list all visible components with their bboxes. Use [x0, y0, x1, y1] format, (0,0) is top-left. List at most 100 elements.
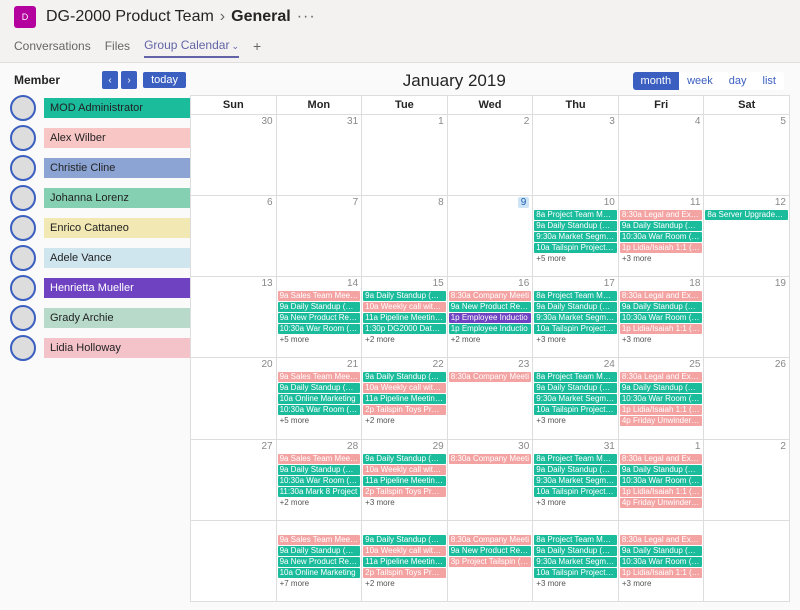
calendar-event[interactable]: 11a Pipeline Meeting ( [363, 313, 446, 323]
calendar-event[interactable]: 9a Sales Team Meeting [278, 454, 361, 464]
more-events-link[interactable]: +7 more [278, 579, 361, 588]
calendar-event[interactable]: 10a Tailspin Project Di [534, 324, 617, 334]
calendar-event[interactable]: 8:30a Legal and Execu [620, 372, 703, 382]
calendar-cell[interactable] [704, 521, 790, 602]
view-day-button[interactable]: day [721, 72, 755, 90]
calendar-event[interactable]: 8:30a Company Meeti [449, 291, 532, 301]
calendar-cell[interactable]: 258:30a Legal and Execu9a Daily Standup … [619, 358, 705, 439]
calendar-event[interactable]: 8a Project Team Meeti [534, 372, 617, 382]
calendar-event[interactable]: 8a Project Team Meeti [534, 535, 617, 545]
calendar-cell[interactable]: 13 [191, 277, 277, 358]
add-tab-button[interactable]: + [253, 38, 261, 54]
breadcrumb-more-icon[interactable]: ··· [297, 8, 316, 26]
calendar-event[interactable]: 3p Project Tailspin (LH [449, 557, 532, 567]
today-button[interactable]: today [143, 72, 186, 88]
team-name[interactable]: DG-2000 Product Team [46, 8, 214, 26]
more-events-link[interactable]: +2 more [278, 498, 361, 507]
calendar-event[interactable]: 10a Weekly call with S [363, 546, 446, 556]
calendar-event[interactable]: 11:30a Mark 8 Project [278, 487, 361, 497]
calendar-event[interactable]: 9a Daily Standup (MA) [620, 302, 703, 312]
calendar-event[interactable]: 8:30a Legal and Execu [620, 535, 703, 545]
calendar-cell[interactable]: 219a Sales Team Meeting9a Daily Standup … [277, 358, 363, 439]
calendar-cell[interactable]: 5 [704, 115, 790, 196]
view-week-button[interactable]: week [679, 72, 721, 90]
calendar-event[interactable]: 10:30a War Room (MA [620, 232, 703, 242]
calendar-cell[interactable]: 8:30a Company Meeti9a New Product Regul3… [448, 521, 534, 602]
calendar-event[interactable]: 10a Tailspin Project Di [534, 568, 617, 578]
calendar-cell[interactable]: 149a Sales Team Meeting9a Daily Standup … [277, 277, 363, 358]
calendar-cell[interactable]: 229a Daily Standup (MA)10a Weekly call w… [362, 358, 448, 439]
channel-name[interactable]: General [231, 8, 291, 26]
more-events-link[interactable]: +5 more [534, 254, 617, 263]
calendar-cell[interactable]: 3 [533, 115, 619, 196]
calendar-cell[interactable]: 31 [277, 115, 363, 196]
calendar-event[interactable]: 8a Server Upgrades (M [705, 210, 788, 220]
calendar-cell[interactable]: 318a Project Team Meeti9a Daily Standup … [533, 440, 619, 521]
calendar-event[interactable]: 9a New Product Regul [278, 313, 361, 323]
calendar-event[interactable]: 11a Pipeline Meeting ( [363, 557, 446, 567]
more-events-link[interactable]: +2 more [363, 335, 446, 344]
calendar-event[interactable]: 9a Daily Standup (MA) [278, 546, 361, 556]
calendar-cell[interactable]: 308:30a Company Meeti [448, 440, 534, 521]
calendar-event[interactable]: 1p Lidia/Isaiah 1:1 (LH [620, 324, 703, 334]
calendar-event[interactable]: 9a Daily Standup (MA) [278, 302, 361, 312]
calendar-event[interactable]: 9a Daily Standup (MA) [363, 372, 446, 382]
calendar-cell[interactable]: 299a Daily Standup (MA)10a Weekly call w… [362, 440, 448, 521]
calendar-event[interactable]: 4p Friday Unwinder (L [620, 416, 703, 426]
calendar-cell[interactable]: 159a Daily Standup (MA)10a Weekly call w… [362, 277, 448, 358]
more-events-link[interactable]: +5 more [278, 335, 361, 344]
calendar-cell[interactable]: 19 [704, 277, 790, 358]
calendar-event[interactable]: 10:30a War Room (MA [620, 394, 703, 404]
tab-group-calendar[interactable]: Group Calendar⌄ [144, 34, 239, 58]
calendar-cell[interactable]: 238:30a Company Meeti [448, 358, 534, 439]
calendar-event[interactable]: 1p Lidia/Isaiah 1:1 (LH [620, 568, 703, 578]
calendar-event[interactable]: 2p Tailspin Toys Propo [363, 405, 446, 415]
calendar-event[interactable]: 9a Daily Standup (MA) [278, 383, 361, 393]
member-row[interactable]: Henrietta Mueller [10, 273, 190, 303]
more-events-link[interactable]: +3 more [363, 498, 446, 507]
calendar-event[interactable]: 9:30a Market Segment [534, 476, 617, 486]
member-row[interactable]: MOD Administrator [10, 93, 190, 123]
next-period-button[interactable]: › [121, 71, 137, 89]
calendar-event[interactable]: 9:30a Market Segment [534, 232, 617, 242]
member-row[interactable]: Alex Wilber [10, 123, 190, 153]
calendar-cell[interactable]: 108a Project Team Meeti9a Daily Standup … [533, 196, 619, 277]
calendar-event[interactable]: 10a Online Marketing [278, 568, 361, 578]
calendar-event[interactable]: 9a Daily Standup (MA) [620, 383, 703, 393]
calendar-event[interactable]: 9a Daily Standup (MA) [620, 546, 703, 556]
calendar-event[interactable]: 8a Project Team Meeti [534, 291, 617, 301]
calendar-event[interactable]: 9a Sales Team Meeting [278, 291, 361, 301]
member-row[interactable]: Lidia Holloway [10, 333, 190, 363]
calendar-event[interactable]: 8:30a Legal and Execu [620, 210, 703, 220]
chevron-down-icon[interactable]: ⌄ [231, 41, 239, 51]
member-row[interactable]: Enrico Cattaneo [10, 213, 190, 243]
calendar-event[interactable]: 9a Daily Standup (MA) [534, 221, 617, 231]
more-events-link[interactable]: +3 more [620, 579, 703, 588]
calendar-event[interactable]: 10a Tailspin Project Di [534, 243, 617, 253]
calendar-event[interactable]: 2p Tailspin Toys Propo [363, 568, 446, 578]
calendar-event[interactable]: 8:30a Company Meeti [449, 535, 532, 545]
tab-conversations[interactable]: Conversations [14, 35, 91, 57]
more-events-link[interactable]: +3 more [620, 254, 703, 263]
view-month-button[interactable]: month [633, 72, 680, 90]
calendar-event[interactable]: 8:30a Legal and Execu [620, 291, 703, 301]
calendar-cell[interactable]: 128a Server Upgrades (M [704, 196, 790, 277]
calendar-event[interactable]: 10:30a War Room (MA [620, 557, 703, 567]
calendar-event[interactable]: 9a Daily Standup (MA) [534, 383, 617, 393]
calendar-event[interactable]: 11a Pipeline Meeting ( [363, 476, 446, 486]
view-list-button[interactable]: list [755, 72, 784, 90]
calendar-event[interactable]: 9a Daily Standup (MA) [278, 465, 361, 475]
member-row[interactable]: Johanna Lorenz [10, 183, 190, 213]
calendar-event[interactable]: 9a New Product Regul [278, 557, 361, 567]
calendar-event[interactable]: 10a Weekly call with S [363, 383, 446, 393]
calendar-event[interactable]: 10:30a War Room (MA [278, 324, 361, 334]
calendar-event[interactable]: 9:30a Market Segment [534, 394, 617, 404]
calendar-cell[interactable]: 8:30a Legal and Execu9a Daily Standup (M… [619, 521, 705, 602]
calendar-cell[interactable]: 6 [191, 196, 277, 277]
calendar-event[interactable]: 1:30p DG2000 Data Sh [363, 324, 446, 334]
calendar-cell[interactable]: 8a Project Team Meeti9a Daily Standup (M… [533, 521, 619, 602]
calendar-event[interactable]: 4p Friday Unwinder (L [620, 498, 703, 508]
calendar-event[interactable]: 1p Lidia/Isaiah 1:1 (LH [620, 405, 703, 415]
calendar-event[interactable]: 10a Online Marketing [278, 394, 361, 404]
calendar-event[interactable]: 1p Lidia/Isaiah 1:1 (LH [620, 243, 703, 253]
